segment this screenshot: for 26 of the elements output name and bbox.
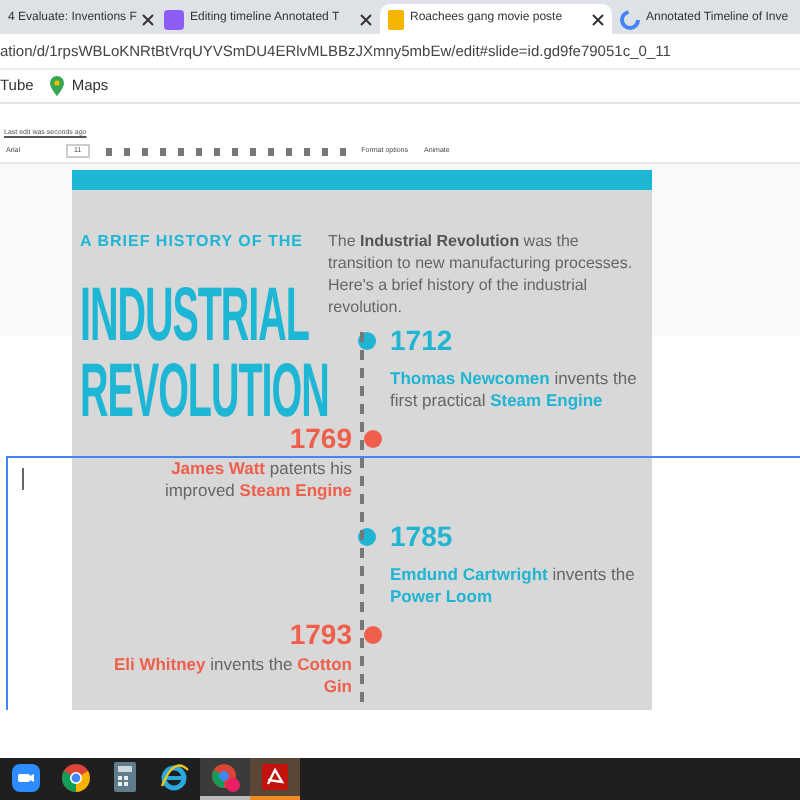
g-logo-icon [620, 9, 640, 29]
t-logo-icon [164, 9, 184, 29]
e-logo-icon [160, 763, 190, 791]
slide-title: INDUSTRIAL [80, 278, 309, 354]
video-camera-icon [11, 763, 39, 791]
chrome-icon [210, 762, 240, 792]
slide-kicker: A BRIEF HISTORY OF THE [80, 230, 305, 254]
slides-icon [388, 9, 404, 29]
event-text: Emdund Cartwright invents the Power Loom [390, 564, 637, 608]
event-text: Eli Whitney invents the Cotton Gin [112, 654, 352, 698]
chrome-icon [61, 763, 89, 791]
intro-text: The Industrial Revolution was the transition to new manufacturing processes. Here's a brief history of the industrial revolution. [328, 230, 635, 318]
taskbar-app[interactable] [250, 758, 300, 800]
taskbar-app[interactable] [200, 758, 250, 800]
event-year: 1712 [390, 324, 455, 356]
text-cursor [22, 468, 24, 490]
calculator-icon [114, 762, 136, 792]
event-text: James Watt patents his improved Steam Engine [162, 458, 352, 502]
event-year: 1793 [289, 618, 352, 650]
map-pin-icon [49, 76, 64, 96]
event-text: Thomas Newcomen invents the first practical Steam Engine [390, 368, 639, 412]
close-icon[interactable] [142, 13, 155, 25]
pdf-icon [262, 764, 288, 790]
close-icon[interactable] [360, 13, 372, 25]
close-icon[interactable] [592, 13, 604, 25]
event-year: 1785 [390, 520, 455, 552]
